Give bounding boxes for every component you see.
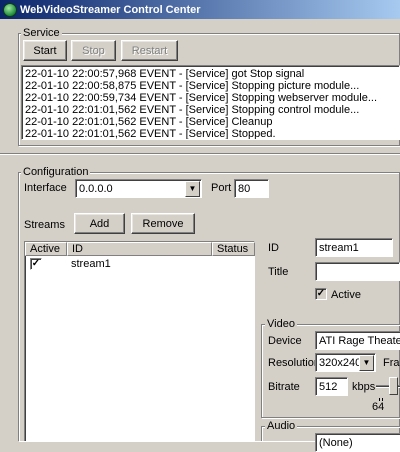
row-active-checkbox[interactable]: ✓ — [30, 258, 42, 270]
add-stream-button[interactable]: Add — [74, 213, 125, 234]
interface-select[interactable]: 0.0.0.0 ▼ — [75, 179, 202, 198]
chevron-down-icon[interactable]: ▼ — [359, 355, 374, 371]
service-legend: Service — [21, 27, 62, 39]
table-row[interactable]: ✓ stream1 — [25, 257, 254, 271]
audio-device-value: (None) — [319, 437, 353, 449]
bitrate-value: 512 — [319, 381, 338, 393]
stream-active-label: Active — [331, 289, 361, 301]
resolution-value: 320x240 — [319, 357, 362, 369]
section-separator — [0, 153, 400, 155]
framerate-label: Fran — [383, 357, 400, 369]
interface-value: 0.0.0.0 — [79, 183, 113, 195]
bitrate-label: Bitrate — [268, 381, 300, 393]
column-header-active[interactable]: Active — [25, 242, 67, 256]
log-line: 22-01-10 22:00:58,875 EVENT - [Service] … — [25, 80, 360, 92]
port-input[interactable]: 80 — [234, 179, 269, 198]
resolution-label: Resolution — [268, 357, 320, 369]
resolution-select[interactable]: 320x240 ▼ — [315, 353, 376, 372]
video-legend: Video — [265, 318, 297, 330]
stream-title-input[interactable] — [315, 262, 400, 281]
log-line: 22-01-10 22:00:59,734 EVENT - [Service] … — [25, 92, 377, 104]
port-value: 80 — [238, 183, 251, 195]
device-select[interactable]: ATI Rage Theater Vi — [315, 331, 400, 350]
remove-stream-button[interactable]: Remove — [131, 213, 195, 234]
start-button[interactable]: Start — [23, 40, 67, 61]
interface-label: Interface — [24, 182, 67, 194]
chevron-down-icon[interactable]: ▼ — [185, 181, 200, 197]
log-line: 22-01-10 22:01:01,562 EVENT - [Service] … — [25, 128, 276, 140]
stream-title-label: Title — [268, 266, 289, 278]
streams-table[interactable]: Active ID Status ✓ stream1 — [24, 241, 255, 441]
bitrate-input[interactable]: 512 — [315, 377, 348, 396]
title-bar: WebVideoStreamer Control Center — [0, 0, 400, 19]
log-line: 22-01-10 22:01:01,562 EVENT - [Service] … — [25, 116, 273, 128]
bitrate-unit: kbps — [352, 381, 376, 393]
stream-id-value: stream1 — [319, 242, 359, 254]
log-line: 22-01-10 22:00:57,968 EVENT - [Service] … — [25, 68, 305, 80]
window-title: WebVideoStreamer Control Center — [20, 3, 201, 16]
audio-device-select[interactable]: (None) — [315, 433, 400, 452]
stream-active-checkbox[interactable]: ✓ — [315, 288, 327, 300]
slider-value: 64 — [372, 401, 385, 413]
log-line: 22-01-10 22:01:01,562 EVENT - [Service] … — [25, 104, 360, 116]
stop-button[interactable]: Stop — [71, 40, 116, 61]
restart-button[interactable]: Restart — [121, 40, 178, 61]
audio-legend: Audio — [265, 420, 298, 432]
port-label: Port — [211, 182, 232, 194]
configuration-legend: Configuration — [21, 166, 91, 178]
stream-id-input[interactable]: stream1 — [315, 238, 393, 257]
service-log[interactable]: 22-01-10 22:00:57,968 EVENT - [Service] … — [21, 65, 400, 140]
column-header-id[interactable]: ID — [67, 242, 212, 256]
streams-label: Streams — [24, 219, 65, 231]
device-label: Device — [268, 335, 302, 347]
row-id: stream1 — [71, 258, 111, 270]
device-value: ATI Rage Theater Vi — [319, 335, 400, 347]
column-header-status[interactable]: Status — [212, 242, 255, 256]
app-icon — [3, 2, 17, 17]
slider-thumb[interactable] — [389, 377, 398, 395]
stream-id-label: ID — [268, 242, 279, 254]
